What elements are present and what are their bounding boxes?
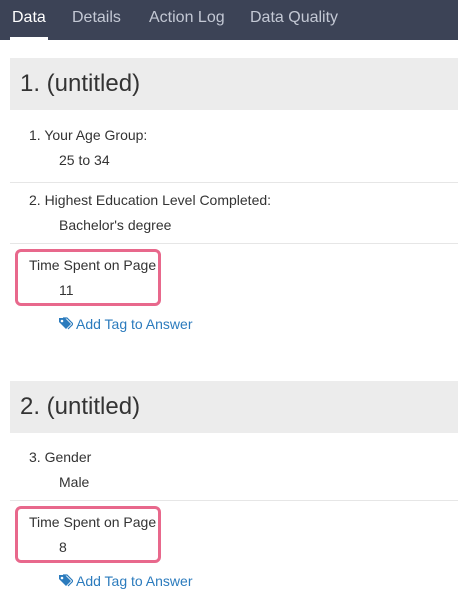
page-title: 2. (untitled)	[20, 393, 141, 420]
question-answer: Male	[59, 474, 90, 490]
question-label: 2. Highest Education Level Completed:	[29, 192, 272, 208]
page-header: 2. (untitled)	[10, 381, 458, 433]
add-tag-label: Add Tag to Answer	[76, 573, 193, 589]
divider	[10, 182, 458, 183]
tag-icon	[58, 317, 73, 331]
divider	[10, 243, 458, 244]
time-spent-value: 8	[59, 539, 67, 555]
page-title: 1. (untitled)	[20, 70, 141, 97]
add-tag-label: Add Tag to Answer	[76, 316, 193, 332]
time-spent-label: Time Spent on Page	[29, 257, 157, 273]
page-header: 1. (untitled)	[10, 58, 458, 110]
time-spent-value: 11	[59, 282, 74, 298]
question-label: 3. Gender	[29, 449, 92, 465]
question-answer: 25 to 34	[59, 152, 110, 168]
tab-data[interactable]: Data	[10, 0, 48, 40]
tab-data-quality[interactable]: Data Quality	[250, 0, 338, 40]
add-tag-link[interactable]: Add Tag to Answer	[58, 573, 192, 589]
question-label: 1. Your Age Group:	[29, 127, 148, 143]
tab-bar: Data Details Action Log Data Quality	[0, 0, 458, 40]
time-spent-label: Time Spent on Page	[29, 514, 157, 530]
tag-icon	[58, 574, 73, 588]
tab-action-log[interactable]: Action Log	[149, 0, 225, 40]
question-answer: Bachelor's degree	[59, 217, 172, 233]
tab-details[interactable]: Details	[72, 0, 121, 40]
add-tag-link[interactable]: Add Tag to Answer	[58, 316, 192, 332]
divider	[10, 500, 458, 501]
